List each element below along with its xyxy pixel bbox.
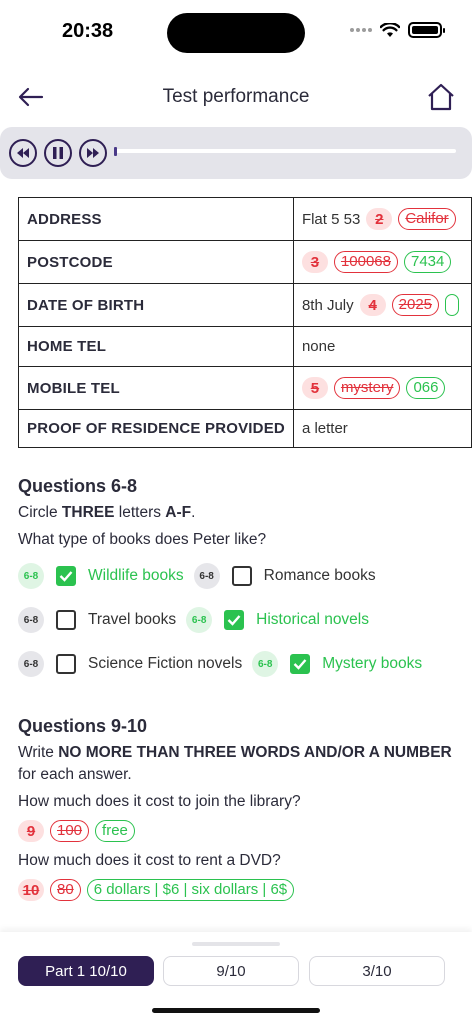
question-range-badge: 6-8	[186, 607, 213, 633]
table-row: PROOF OF RESIDENCE PROVIDED a letter	[18, 409, 472, 448]
tab-part-3[interactable]: 3/10	[309, 956, 445, 986]
question-10-prompt: How much does it cost to rent a DVD?	[18, 852, 281, 869]
wifi-icon	[380, 22, 400, 37]
status-bar: 20:38	[0, 0, 472, 64]
row-value-cell: 8th July 4 2025	[292, 283, 472, 327]
wrong-answer-pill: mystery	[333, 377, 401, 399]
option-label: Science Fiction novels	[88, 655, 243, 672]
audio-progress-handle[interactable]	[114, 147, 117, 156]
form-table: ADDRESS Flat 5 53 2 Califor POSTCODE 3 1…	[18, 197, 472, 448]
question-number-wrong: 5	[301, 377, 328, 399]
option-checkbox-historical[interactable]	[224, 610, 245, 630]
rewind-icon	[17, 148, 29, 158]
row-label: ADDRESS	[18, 197, 294, 241]
answer-text: a letter	[301, 420, 348, 437]
tab-part-1[interactable]: Part 1 10/10	[18, 956, 154, 986]
wrong-answer-pill: 80	[50, 879, 81, 901]
questions-9-10-heading: Questions 9-10	[18, 716, 148, 736]
question-9-prompt: How much does it cost to join the librar…	[18, 793, 301, 810]
row-value-cell: a letter	[292, 409, 472, 448]
question-9-answers: 9 100 free	[18, 820, 135, 842]
option-label: Mystery books	[322, 655, 423, 672]
questions-6-8-heading: Questions 6-8	[18, 476, 138, 496]
correct-answer-pill: 066	[406, 377, 446, 399]
home-indicator	[152, 1008, 320, 1013]
question-10-answers: 10 80 6 dollars | $6 | six dollars | 6$	[18, 879, 295, 901]
drag-handle[interactable]	[192, 942, 280, 946]
option-checkbox-travel[interactable]	[56, 610, 76, 630]
rewind-button[interactable]	[9, 139, 37, 167]
row-value-cell: none	[292, 326, 472, 367]
answer-text: 8th July	[301, 296, 354, 314]
wrong-answer-pill: 2025	[391, 294, 440, 316]
wrong-answer-pill: 100	[50, 820, 90, 842]
option-label: Historical novels	[256, 611, 370, 628]
questions-9-10-instruction: Write NO MORE THAN THREE WORDS AND/OR A …	[18, 744, 452, 783]
question-range-badge: 6-8	[18, 607, 44, 633]
questions-6-8-prompt: What type of books does Peter like?	[18, 531, 267, 548]
wrong-answer-pill: 100068	[333, 251, 398, 273]
question-number-wrong: 9	[18, 820, 44, 842]
page-title: Test performance	[162, 86, 310, 107]
option-checkbox-wildlife[interactable]	[56, 566, 76, 586]
question-number-wrong: 3	[301, 251, 328, 273]
option-label: Wildlife books	[88, 567, 184, 584]
row-value-cell: 5 mystery 066	[292, 366, 472, 410]
question-range-badge: 6-8	[193, 563, 220, 589]
table-row: MOBILE TEL 5 mystery 066	[18, 366, 472, 410]
questions-6-8-instruction: Circle THREE letters A-F.	[18, 504, 196, 521]
question-range-badge: 6-8	[18, 563, 44, 589]
signal-icon	[350, 28, 372, 32]
checkmark-icon	[59, 571, 73, 582]
option-row: 6-8 Travel books 6-8 Historical novels	[18, 605, 472, 635]
checkmark-icon	[293, 659, 307, 670]
status-time: 20:38	[62, 20, 114, 42]
checkmark-icon	[227, 615, 241, 626]
audio-progress-track[interactable]	[114, 149, 456, 153]
table-row: ADDRESS Flat 5 53 2 Califor	[18, 197, 472, 241]
question-range-badge: 6-8	[18, 651, 44, 677]
answer-text: none	[301, 338, 336, 355]
dynamic-island	[167, 13, 305, 53]
row-value-cell: Flat 5 53 2 Califor	[292, 197, 472, 241]
option-checkbox-mystery[interactable]	[290, 654, 311, 674]
pause-button[interactable]	[44, 139, 72, 167]
row-label: PROOF OF RESIDENCE PROVIDED	[18, 409, 294, 448]
home-icon[interactable]	[426, 82, 456, 112]
audio-player	[0, 127, 472, 179]
correct-answer-pill: 7434	[404, 251, 452, 273]
row-value-cell: 3 100068 7434	[292, 240, 472, 284]
status-icons	[350, 22, 445, 38]
question-number-wrong: 10	[18, 879, 44, 901]
question-number-wrong: 4	[359, 294, 386, 316]
table-row: HOME TEL none	[18, 326, 472, 367]
pause-icon	[53, 147, 63, 159]
correct-answer-pill	[445, 294, 460, 316]
fast-forward-button[interactable]	[79, 139, 107, 167]
row-label: MOBILE TEL	[18, 366, 294, 410]
question-range-badge: 6-8	[252, 651, 279, 677]
row-label: POSTCODE	[18, 240, 294, 284]
row-label: DATE OF BIRTH	[18, 283, 294, 327]
table-row: DATE OF BIRTH 8th July 4 2025	[18, 283, 472, 327]
bottom-panel: Part 1 10/10 9/10 3/10	[0, 932, 472, 1024]
battery-icon	[408, 22, 445, 38]
row-label: HOME TEL	[18, 326, 294, 367]
option-row: 6-8 Science Fiction novels 6-8 Mystery b…	[18, 649, 472, 679]
answer-text: Flat 5 53	[301, 210, 361, 228]
wrong-answer-pill: Califor	[398, 208, 456, 230]
table-row: POSTCODE 3 100068 7434	[18, 240, 472, 284]
fast-forward-icon	[87, 148, 99, 158]
correct-answer-pill: 6 dollars | $6 | six dollars | 6$	[86, 879, 295, 901]
option-label: Travel books	[88, 611, 177, 628]
tab-part-2[interactable]: 9/10	[163, 956, 299, 986]
option-checkbox-scifi[interactable]	[56, 654, 76, 674]
option-checkbox-romance[interactable]	[231, 566, 252, 586]
question-number-wrong: 2	[366, 208, 393, 230]
option-row: 6-8 Wildlife books 6-8 Romance books	[18, 561, 472, 591]
correct-answer-pill: free	[95, 820, 135, 842]
app-header: Test performance	[0, 72, 472, 120]
option-label: Romance books	[263, 567, 376, 584]
